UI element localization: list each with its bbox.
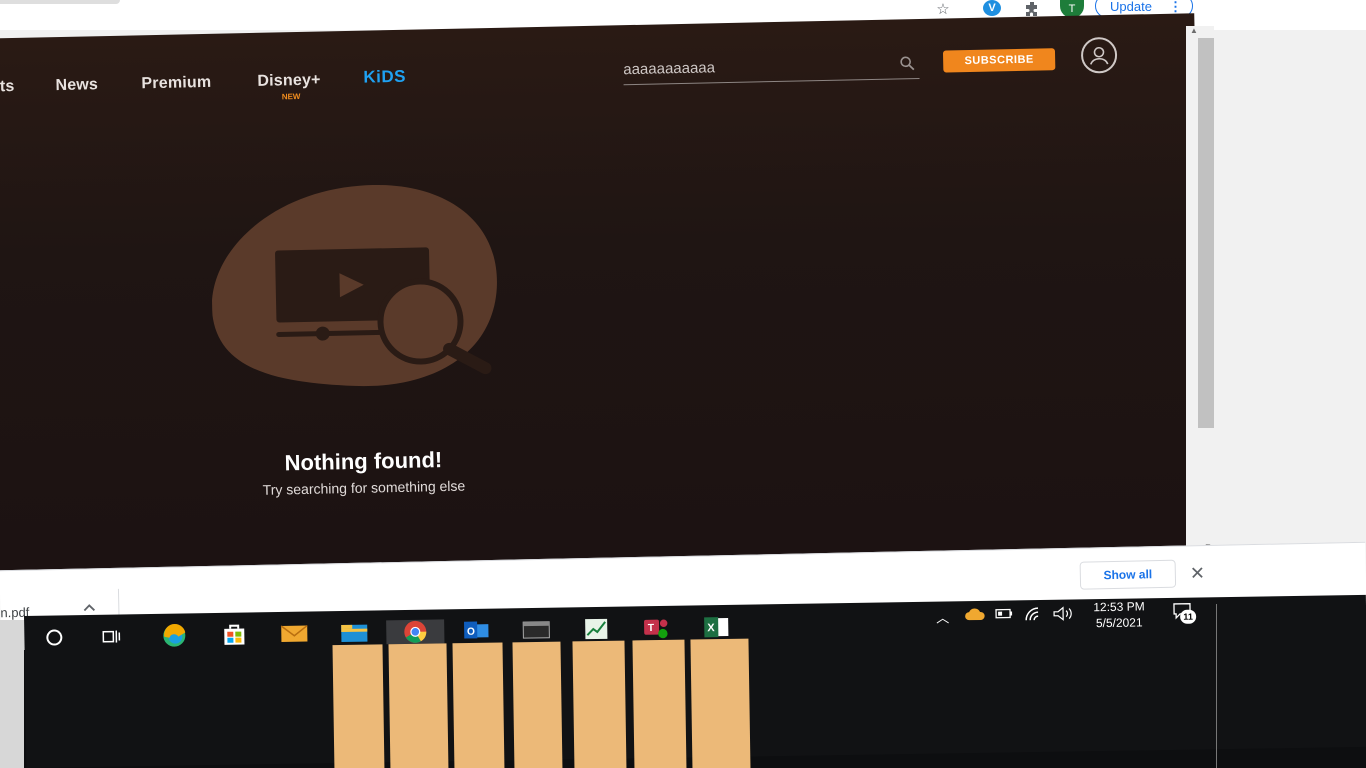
scroll-up-arrow-icon[interactable]: ▲ — [1190, 26, 1200, 36]
no-results-illustration — [211, 185, 497, 387]
show-all-button[interactable]: Show all — [1079, 559, 1177, 590]
onedrive-cloud-icon[interactable] — [964, 607, 986, 624]
disney-new-badge: NEW — [281, 91, 301, 102]
search-input[interactable] — [623, 55, 894, 79]
update-label: Update — [1110, 0, 1152, 14]
wifi-icon[interactable] — [1024, 606, 1044, 625]
chart-app-icon[interactable] — [582, 617, 610, 641]
nav-item-kids[interactable]: KiDS — [363, 67, 406, 88]
edge-browser-icon[interactable] — [160, 623, 188, 647]
nav-item-sports[interactable]: orts — [0, 78, 15, 97]
terminal-window-icon[interactable] — [522, 618, 550, 642]
window-preview-thumbnail[interactable] — [690, 638, 751, 768]
outlook-icon[interactable]: O — [462, 619, 490, 643]
notification-count-badge: 11 — [1180, 609, 1197, 624]
extension-v-icon[interactable]: V — [983, 0, 1001, 16]
scrollbar-thumb[interactable] — [1198, 38, 1214, 428]
volume-icon[interactable] — [1052, 606, 1074, 625]
extensions-puzzle-icon[interactable] — [1022, 0, 1042, 18]
nav-item-news[interactable]: News — [55, 76, 98, 95]
bookmark-star-icon[interactable]: ☆ — [933, 0, 953, 18]
cortana-search-icon[interactable] — [40, 625, 68, 649]
action-center-icon[interactable]: 11 — [1172, 602, 1197, 624]
subscribe-button[interactable]: SUBSCRIBE — [942, 48, 1056, 73]
svg-text:O: O — [467, 627, 475, 638]
show-hidden-icons-chevron-icon[interactable]: ︿ — [936, 607, 949, 626]
nav-item-disney-plus[interactable]: Disney+ — [257, 72, 321, 91]
window-preview-thumbnail[interactable] — [388, 643, 449, 768]
search-icon[interactable] — [899, 55, 915, 71]
svg-text:T: T — [648, 623, 655, 634]
left-edge-strip — [0, 620, 24, 768]
svg-text:X: X — [707, 622, 715, 634]
excel-icon[interactable]: X — [702, 615, 730, 639]
battery-icon[interactable] — [992, 606, 1014, 623]
web-page: orts News Premium Disney+ NEW KiDS SUBSC… — [0, 13, 1206, 579]
task-view-icon[interactable] — [98, 624, 126, 648]
empty-state-subtitle: Try searching for something else — [262, 477, 466, 498]
empty-state-title: Nothing found! — [284, 447, 443, 476]
browser-tab[interactable] — [0, 0, 120, 4]
window-preview-thumbnail[interactable] — [332, 644, 385, 768]
screen-edge-divider — [1216, 604, 1217, 768]
window-preview-thumbnail[interactable] — [452, 642, 505, 768]
nav-item-premium[interactable]: Premium — [141, 74, 211, 93]
teams-icon[interactable]: T — [642, 616, 670, 640]
clock-date: 5/5/2021 — [1095, 615, 1143, 631]
screen: ☆ V T Update ⋮ orts News Premium Disney+… — [0, 0, 1366, 768]
microsoft-store-icon[interactable] — [220, 622, 248, 646]
mail-icon[interactable] — [280, 622, 308, 646]
window-preview-thumbnail[interactable] — [632, 639, 687, 768]
windows-taskbar: O T X ︿ 12:53 PM 5/5/2021 11 — [24, 594, 1366, 768]
window-preview-thumbnail[interactable] — [572, 640, 627, 768]
window-preview-thumbnail[interactable] — [512, 641, 563, 768]
taskbar-clock[interactable]: 12:53 PM 5/5/2021 — [1088, 598, 1150, 631]
clock-time: 12:53 PM — [1093, 599, 1145, 615]
close-icon[interactable]: ✕ — [1190, 563, 1206, 584]
chrome-browser-icon[interactable] — [386, 619, 445, 645]
file-explorer-icon[interactable] — [340, 621, 368, 645]
